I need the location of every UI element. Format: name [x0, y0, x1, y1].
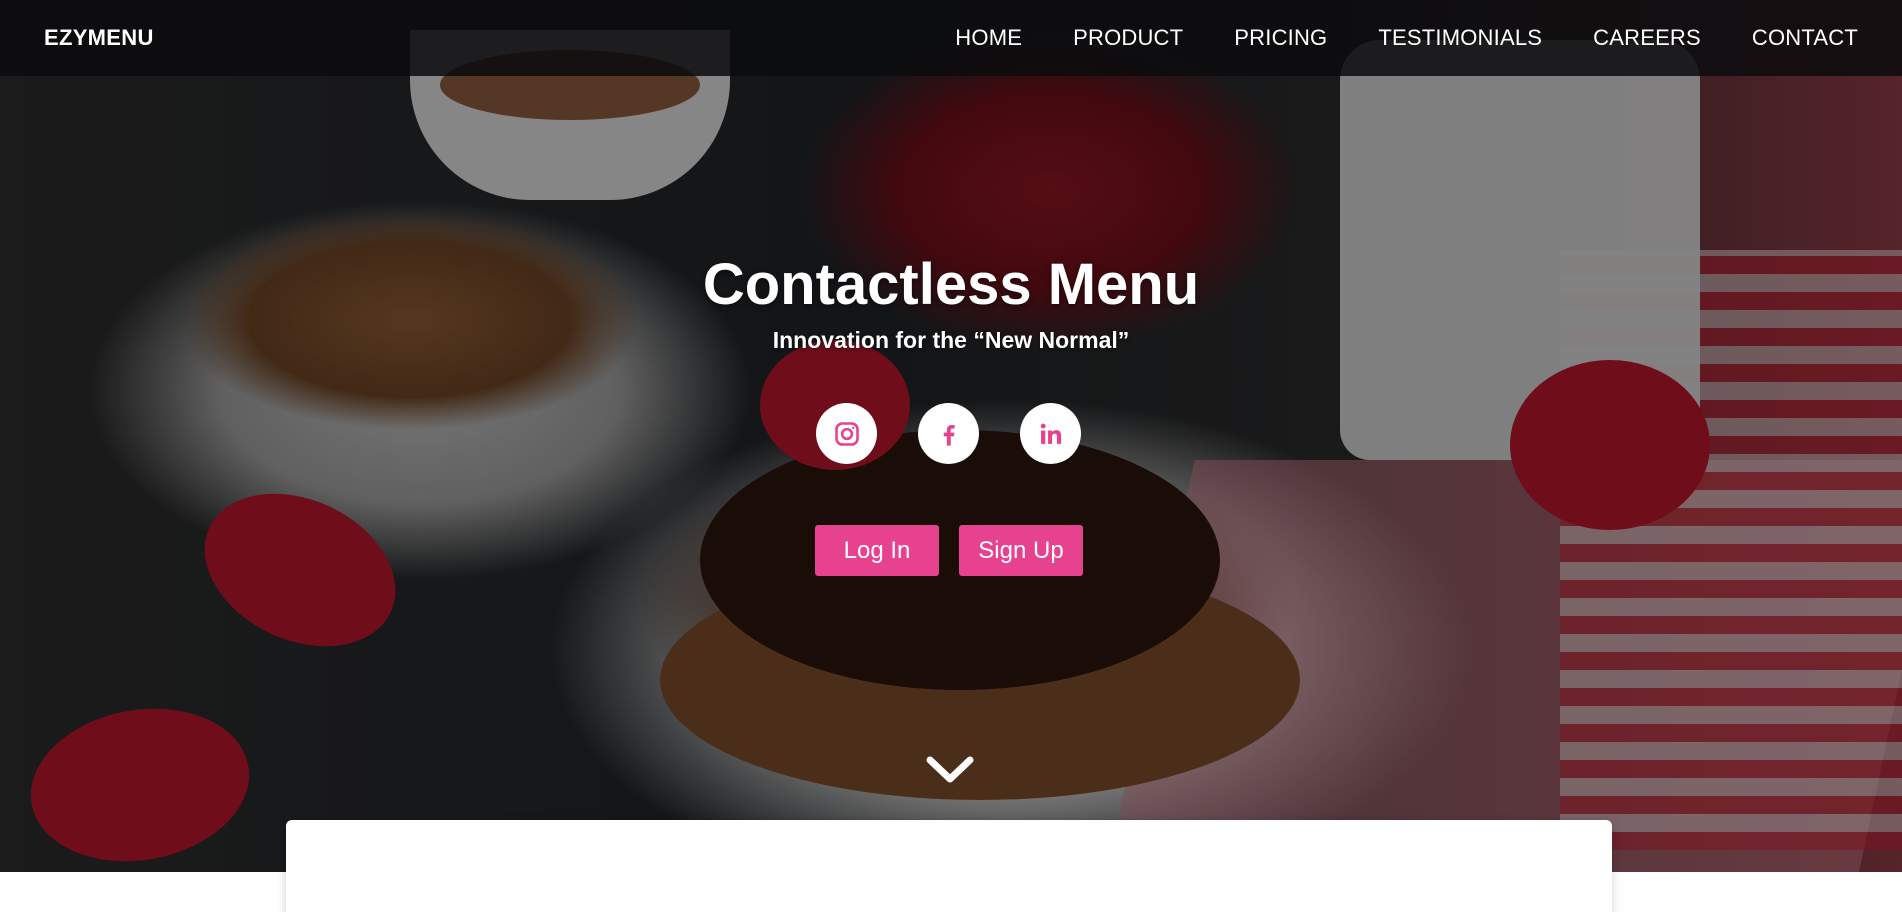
auth-buttons: Log In Sign Up	[815, 525, 1083, 576]
social-links	[816, 403, 1081, 464]
hero-content: Contactless Menu Innovation for the “New…	[0, 245, 1902, 354]
nav-link-product[interactable]: PRODUCT	[1073, 25, 1183, 51]
login-button[interactable]: Log In	[815, 525, 939, 576]
hero-subtitle: Innovation for the “New Normal”	[772, 327, 1130, 353]
nav-link-careers[interactable]: CAREERS	[1593, 25, 1701, 51]
brand-logo[interactable]: EZYMENU	[44, 25, 154, 51]
nav-link-testimonials[interactable]: TESTIMONIALS	[1378, 25, 1542, 51]
facebook-icon	[943, 424, 955, 446]
nav-link-pricing[interactable]: PRICING	[1234, 25, 1327, 51]
main-nav: HOME PRODUCT PRICING TESTIMONIALS CAREER…	[955, 25, 1858, 51]
signup-button[interactable]: Sign Up	[959, 525, 1083, 576]
linkedin-link[interactable]	[1020, 403, 1081, 464]
instagram-icon	[834, 421, 859, 446]
content-card	[286, 820, 1612, 912]
linkedin-icon	[1040, 423, 1061, 444]
hero-title: Contactless Menu	[702, 252, 1200, 317]
instagram-link[interactable]	[816, 403, 877, 464]
facebook-link[interactable]	[918, 403, 979, 464]
nav-link-contact[interactable]: CONTACT	[1752, 25, 1858, 51]
navbar: EZYMENU HOME PRODUCT PRICING TESTIMONIAL…	[0, 0, 1902, 76]
chevron-down-icon[interactable]	[925, 755, 975, 785]
nav-link-home[interactable]: HOME	[955, 25, 1022, 51]
